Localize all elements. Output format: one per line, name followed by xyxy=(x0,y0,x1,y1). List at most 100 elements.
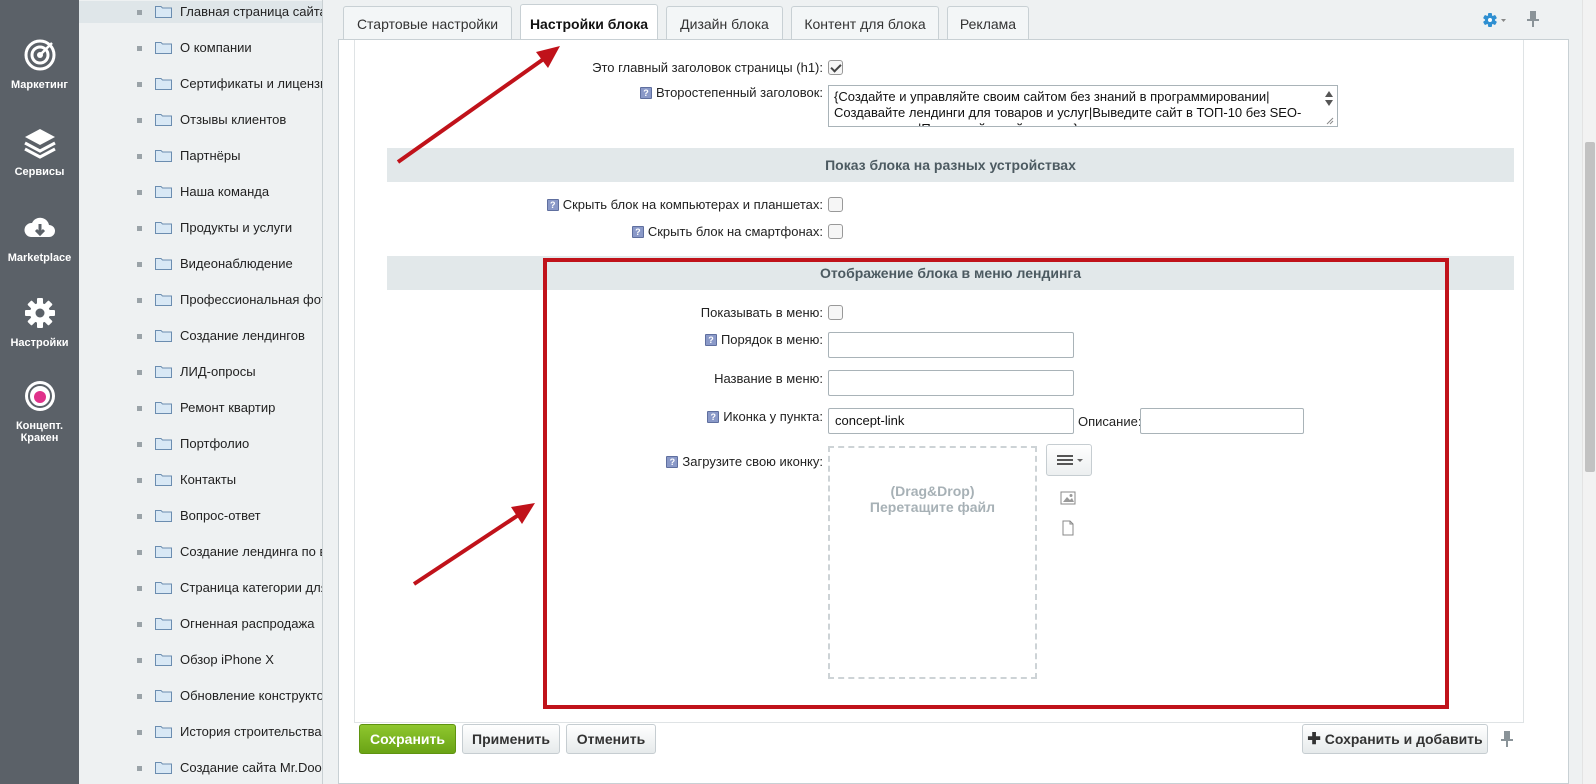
tab-block-design[interactable]: Дизайн блока xyxy=(666,6,783,40)
hide-mobile-checkbox[interactable] xyxy=(828,224,843,239)
tab-block-content[interactable]: Контент для блока xyxy=(791,6,939,40)
tree-item[interactable]: Огненная распродажа xyxy=(79,613,322,635)
tree-item[interactable]: О компании xyxy=(79,37,322,59)
tree-item-label: Создание лендингов xyxy=(180,328,305,343)
bullet-icon xyxy=(137,298,142,303)
hide-desktop-checkbox[interactable] xyxy=(828,197,843,212)
nav-label: Marketplace xyxy=(7,252,72,264)
folder-icon xyxy=(155,150,172,162)
menu-name-input[interactable] xyxy=(828,370,1074,396)
kraken-logo-icon xyxy=(24,381,55,411)
tree-item-label: Наша команда xyxy=(180,184,270,199)
file-drop-zone[interactable]: (Drag&Drop) Перетащите файл xyxy=(828,446,1037,679)
scrollbar-thumb[interactable] xyxy=(1585,142,1595,472)
plus-icon: ✚ xyxy=(1307,731,1321,748)
pin-icon[interactable] xyxy=(1526,10,1540,28)
help-icon[interactable]: ? xyxy=(704,334,717,346)
left-navigation: Маркетинг Сервисы Marketplace Настройки … xyxy=(0,0,79,784)
menu-order-input[interactable] xyxy=(828,332,1074,358)
tree-item[interactable]: Ремонт квартир xyxy=(79,397,322,419)
apply-button[interactable]: Применить xyxy=(462,724,560,754)
nav-item-marketing[interactable]: Маркетинг xyxy=(0,37,79,91)
settings-gear-icon[interactable] xyxy=(1482,12,1510,28)
tree-item-label: Обновление конструкто xyxy=(180,688,323,703)
bullet-icon xyxy=(137,118,142,123)
save-and-add-button[interactable]: ✚ Сохранить и добавить xyxy=(1302,724,1488,754)
tree-item[interactable]: Видеонаблюдение xyxy=(79,253,322,275)
folder-icon xyxy=(155,294,172,306)
help-icon[interactable]: ? xyxy=(707,411,720,423)
nav-item-services[interactable]: Сервисы xyxy=(0,124,79,178)
tree-item[interactable]: Портфолио xyxy=(79,433,322,455)
tab-label: Стартовые настройки xyxy=(356,16,499,32)
tree-item[interactable]: Главная страница сайта xyxy=(79,1,322,23)
help-icon[interactable]: ? xyxy=(666,456,679,468)
pin-icon[interactable] xyxy=(1500,730,1514,748)
bullet-icon xyxy=(137,262,142,267)
tree-item[interactable]: Обновление конструкто xyxy=(79,685,323,707)
help-icon[interactable]: ? xyxy=(631,226,644,238)
tree-item-label: История строительства xyxy=(180,724,322,739)
tree-item-label: Создание сайта Mr.Door xyxy=(180,760,323,775)
site-tree: Главная страница сайта О компании Сертифик… xyxy=(79,0,323,784)
tree-item[interactable]: Сертификаты и лицензии xyxy=(79,73,323,95)
tree-item[interactable]: Продукты и услуги xyxy=(79,217,322,239)
tree-item[interactable]: Создание лендингов xyxy=(79,325,322,347)
tree-item[interactable]: Страница категории для xyxy=(79,577,323,599)
bullet-icon xyxy=(137,226,142,231)
tab-block-settings[interactable]: Настройки блока xyxy=(520,4,658,44)
tree-item[interactable]: Создание сайта Mr.Door xyxy=(79,757,323,779)
tree-item[interactable]: Профессиональная фото xyxy=(79,289,322,311)
tree-item-label: Вопрос-ответ xyxy=(180,508,261,523)
tree-item[interactable]: Обзор iPhone X xyxy=(79,649,322,671)
block-settings-panel: Это главный заголовок страницы (h1): ? Вт… xyxy=(338,39,1569,784)
subtitle-textarea[interactable]: {Создайте и управляйте своим сайтом без … xyxy=(828,85,1338,127)
cancel-button[interactable]: Отменить xyxy=(566,724,656,754)
bullet-icon xyxy=(137,478,142,483)
image-icon[interactable] xyxy=(1060,491,1076,505)
help-icon[interactable]: ? xyxy=(546,199,559,211)
tree-item-label: Страница категории для xyxy=(180,580,323,595)
nav-item-marketplace[interactable]: Marketplace xyxy=(0,210,79,264)
tab-start-settings[interactable]: Стартовые настройки xyxy=(343,6,512,40)
file-icon[interactable] xyxy=(1061,520,1075,536)
folder-icon xyxy=(155,6,172,18)
tree-item-label: Продукты и услуги xyxy=(180,220,293,235)
tab-advertising[interactable]: Реклама xyxy=(947,6,1029,40)
tree-item[interactable]: Создание лендинга по в xyxy=(79,541,322,563)
bullet-icon xyxy=(137,658,142,663)
save-button[interactable]: Сохранить xyxy=(359,724,456,754)
tree-item[interactable]: Наша команда xyxy=(79,181,322,203)
menu-name-label: Название в меню: xyxy=(714,371,823,386)
bullet-icon xyxy=(137,370,142,375)
tree-item[interactable]: История строительства xyxy=(79,721,322,743)
upload-menu-button[interactable] xyxy=(1046,444,1092,476)
gear-icon xyxy=(24,298,55,328)
bullet-icon xyxy=(137,334,142,339)
hide-mobile-label: Скрыть блок на смартфонах: xyxy=(647,224,823,239)
icon-label: Иконка у пункта: xyxy=(723,409,823,424)
page-scrollbar[interactable] xyxy=(1582,0,1596,784)
help-icon[interactable]: ? xyxy=(640,87,653,99)
show-in-menu-checkbox[interactable] xyxy=(828,305,843,320)
tree-item-label: О компании xyxy=(180,40,252,55)
tree-item[interactable]: Контакты xyxy=(79,469,322,491)
upload-row: ? Загрузите свою иконку: xyxy=(666,454,823,469)
tree-item-label: ЛИД-опросы xyxy=(180,364,256,379)
tree-item-label: Сертификаты и лицензии xyxy=(180,76,323,91)
nav-item-kraken[interactable]: Концепт. Кракен xyxy=(0,378,79,444)
tree-item[interactable]: ЛИД-опросы xyxy=(79,361,322,383)
folder-icon xyxy=(155,78,172,90)
nav-label: Концепт. Кракен xyxy=(15,420,64,444)
bullet-icon xyxy=(137,586,142,591)
tree-item[interactable]: Вопрос-ответ xyxy=(79,505,322,527)
textarea-scroll-arrows[interactable] xyxy=(1323,88,1335,126)
icon-input[interactable]: concept-link xyxy=(828,408,1074,434)
tree-item[interactable]: Партнёры xyxy=(79,145,322,167)
h1-checkbox[interactable] xyxy=(828,60,843,75)
tree-item[interactable]: Отзывы клиентов xyxy=(79,109,322,131)
tree-item-label: Видеонаблюдение xyxy=(180,256,293,271)
nav-item-settings[interactable]: Настройки xyxy=(0,295,79,349)
description-input[interactable] xyxy=(1140,408,1304,434)
save-and-add-label: Сохранить и добавить xyxy=(1324,731,1483,747)
